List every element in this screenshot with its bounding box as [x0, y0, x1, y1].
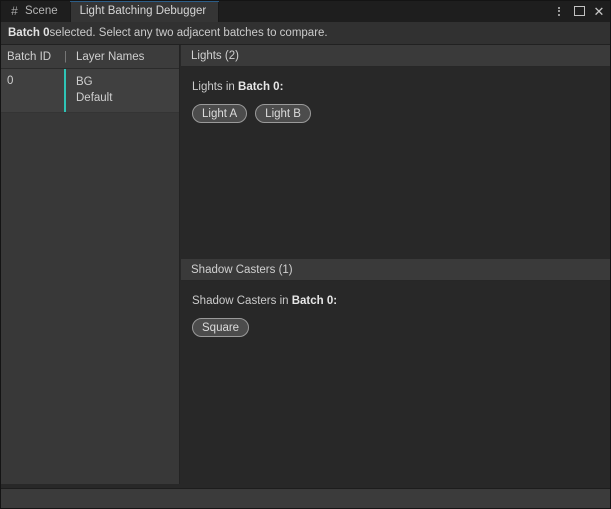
- status-bar: [0, 488, 611, 509]
- shadow-casters-section-body: Shadow Casters in Batch 0: Square: [181, 281, 611, 474]
- lights-section-title: Lights (2): [191, 50, 239, 62]
- window-controls: ✕: [550, 0, 608, 22]
- tab-light-batching-debugger-label: Light Batching Debugger: [80, 5, 207, 17]
- shadow-casters-caption: Shadow Casters in Batch 0:: [192, 295, 611, 307]
- layer-name-item: BG: [76, 74, 112, 90]
- batch-table-header: Batch ID | Layer Names: [0, 45, 179, 69]
- maximize-icon: [574, 6, 585, 16]
- tab-scene-label: Scene: [25, 5, 58, 17]
- column-header-separator: |: [64, 51, 72, 63]
- close-button[interactable]: ✕: [590, 1, 608, 21]
- light-pill-b[interactable]: Light B: [255, 104, 311, 123]
- light-pill-a[interactable]: Light A: [192, 104, 247, 123]
- shadow-caster-pill-square[interactable]: Square: [192, 318, 249, 337]
- tab-scene[interactable]: # Scene: [0, 0, 70, 22]
- details-panel: Lights (2) Lights in Batch 0: Light A Li…: [181, 45, 611, 484]
- shadow-casters-caption-prefix: Shadow Casters in: [192, 295, 292, 307]
- lights-section-header: Lights (2): [181, 45, 611, 67]
- selection-info-bar: Batch 0 selected. Select any two adjacen…: [0, 22, 611, 45]
- shadow-casters-pill-list: Square: [192, 318, 611, 337]
- lights-pill-list: Light A Light B: [192, 104, 611, 123]
- more-options-button[interactable]: [550, 1, 568, 21]
- lights-section-body: Lights in Batch 0: Light A Light B: [181, 67, 611, 259]
- close-icon: ✕: [594, 5, 605, 18]
- column-header-batch-id: Batch ID: [0, 51, 64, 63]
- grid-hash-icon: #: [9, 6, 20, 17]
- maximize-button[interactable]: [570, 1, 588, 21]
- layer-name-item: Default: [76, 90, 112, 106]
- lights-caption-prefix: Lights in: [192, 81, 238, 93]
- lights-caption-bold: Batch 0:: [238, 81, 283, 93]
- shadow-casters-section-header: Shadow Casters (1): [181, 259, 611, 281]
- lights-caption: Lights in Batch 0:: [192, 81, 611, 93]
- info-bar-text: selected. Select any two adjacent batche…: [50, 27, 328, 39]
- info-bar-bold-prefix: Batch 0: [8, 27, 50, 39]
- cell-layer-names: BG Default: [66, 69, 112, 112]
- table-row[interactable]: 0 BG Default: [0, 69, 179, 113]
- column-header-layer-names: Layer Names: [72, 51, 144, 63]
- tab-light-batching-debugger[interactable]: Light Batching Debugger: [70, 0, 220, 22]
- shadow-casters-caption-bold: Batch 0:: [292, 295, 337, 307]
- light-batching-debugger-window: # Scene Light Batching Debugger ✕ Batch …: [0, 0, 611, 509]
- shadow-casters-section-title: Shadow Casters (1): [191, 264, 293, 276]
- cell-batch-id: 0: [0, 69, 64, 112]
- batch-table-panel: Batch ID | Layer Names 0 BG Default: [0, 45, 180, 484]
- window-tab-bar: # Scene Light Batching Debugger ✕: [0, 0, 611, 22]
- more-options-icon: [558, 7, 560, 16]
